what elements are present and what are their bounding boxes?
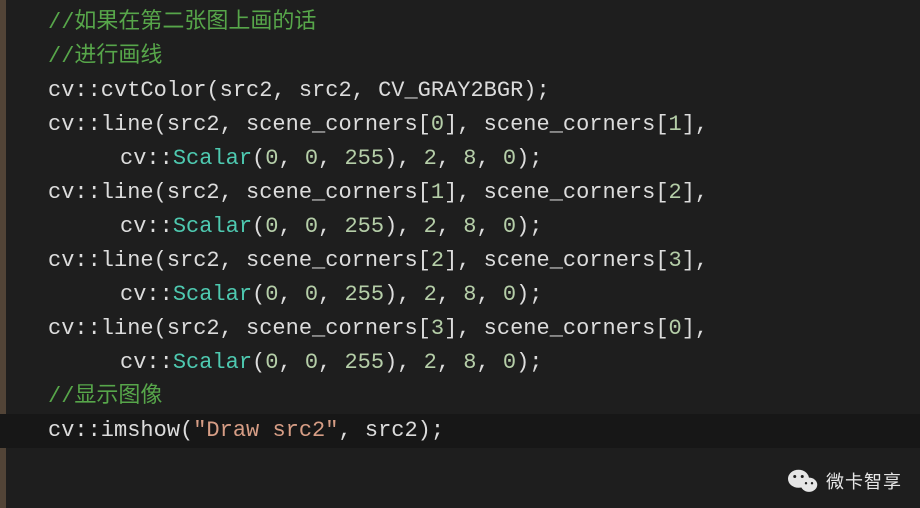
code-line: cv::line(src2, scene_corners[3], scene_c… <box>0 312 920 346</box>
code-line: //如果在第二张图上画的话 <box>0 6 920 40</box>
code-line: cv::Scalar(0, 0, 255), 2, 8, 0); <box>0 278 920 312</box>
code-line: cv::Scalar(0, 0, 255), 2, 8, 0); <box>0 346 920 380</box>
code-line: cv::line(src2, scene_corners[2], scene_c… <box>0 244 920 278</box>
comment-text: //如果在第二张图上画的话 <box>48 10 316 35</box>
code-line: cv::Scalar(0, 0, 255), 2, 8, 0); <box>0 210 920 244</box>
code-line: cv::cvtColor(src2, src2, CV_GRAY2BGR); <box>0 74 920 108</box>
watermark: 微卡智享 <box>788 468 902 494</box>
code-line: cv::line(src2, scene_corners[1], scene_c… <box>0 176 920 210</box>
wechat-icon <box>788 468 818 494</box>
comment-text: //进行画线 <box>48 44 162 69</box>
code-line: //显示图像 <box>0 380 920 414</box>
code-editor[interactable]: //如果在第二张图上画的话 //进行画线 cv::cvtColor(src2, … <box>0 0 920 508</box>
watermark-text: 微卡智享 <box>826 468 902 494</box>
code-line: //进行画线 <box>0 40 920 74</box>
code-line: cv::imshow("Draw src2", src2); <box>0 414 920 448</box>
code-line: cv::Scalar(0, 0, 255), 2, 8, 0); <box>0 142 920 176</box>
code-line: cv::line(src2, scene_corners[0], scene_c… <box>0 108 920 142</box>
comment-text: //显示图像 <box>48 384 162 409</box>
